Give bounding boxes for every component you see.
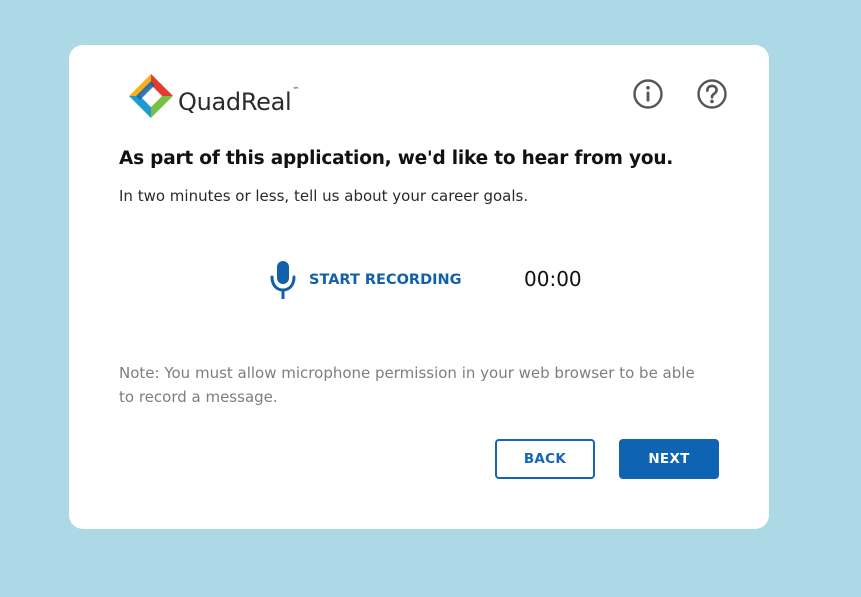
quadreal-logo: QuadReal™ [127, 71, 299, 121]
question-circle-icon [697, 79, 727, 109]
microphone-permission-note: Note: You must allow microphone permissi… [119, 364, 695, 406]
quadreal-logo-mark [129, 74, 173, 118]
brand-name: QuadReal™ [178, 86, 300, 116]
start-recording-button[interactable]: START RECORDING [267, 259, 462, 301]
help-button[interactable] [696, 78, 728, 110]
info-button[interactable] [632, 78, 664, 110]
prompt-text: In two minutes or less, tell us about yo… [119, 187, 529, 205]
next-button[interactable]: NEXT [619, 439, 719, 479]
trademark-symbol: ™ [292, 86, 300, 94]
recording-timer: 00:00 [524, 267, 582, 291]
application-card: QuadReal™ As part of this application, w… [69, 45, 769, 529]
start-recording-label: START RECORDING [309, 272, 462, 288]
info-circle-icon [633, 79, 663, 109]
back-button[interactable]: BACK [495, 439, 595, 479]
microphone-icon [270, 261, 296, 299]
page-headline: As part of this application, we'd like t… [119, 148, 674, 169]
